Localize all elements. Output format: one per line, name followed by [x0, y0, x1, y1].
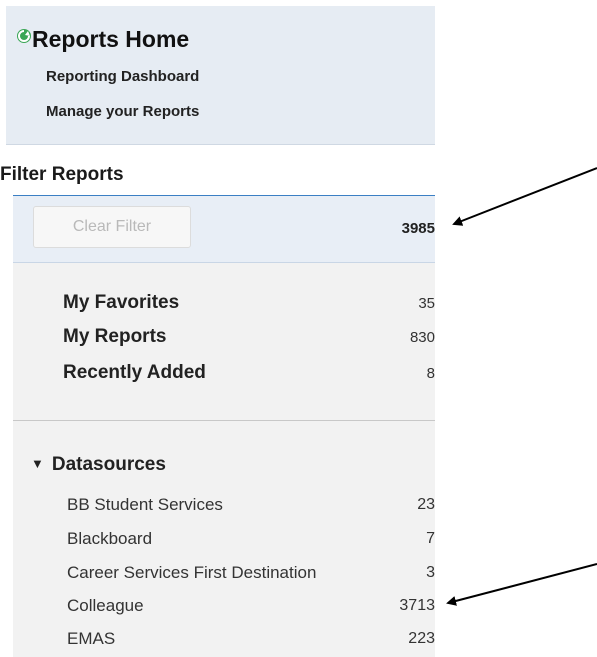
arrow-icon [446, 563, 597, 606]
arrow-icon [452, 167, 597, 226]
annotation-arrows [446, 167, 597, 606]
